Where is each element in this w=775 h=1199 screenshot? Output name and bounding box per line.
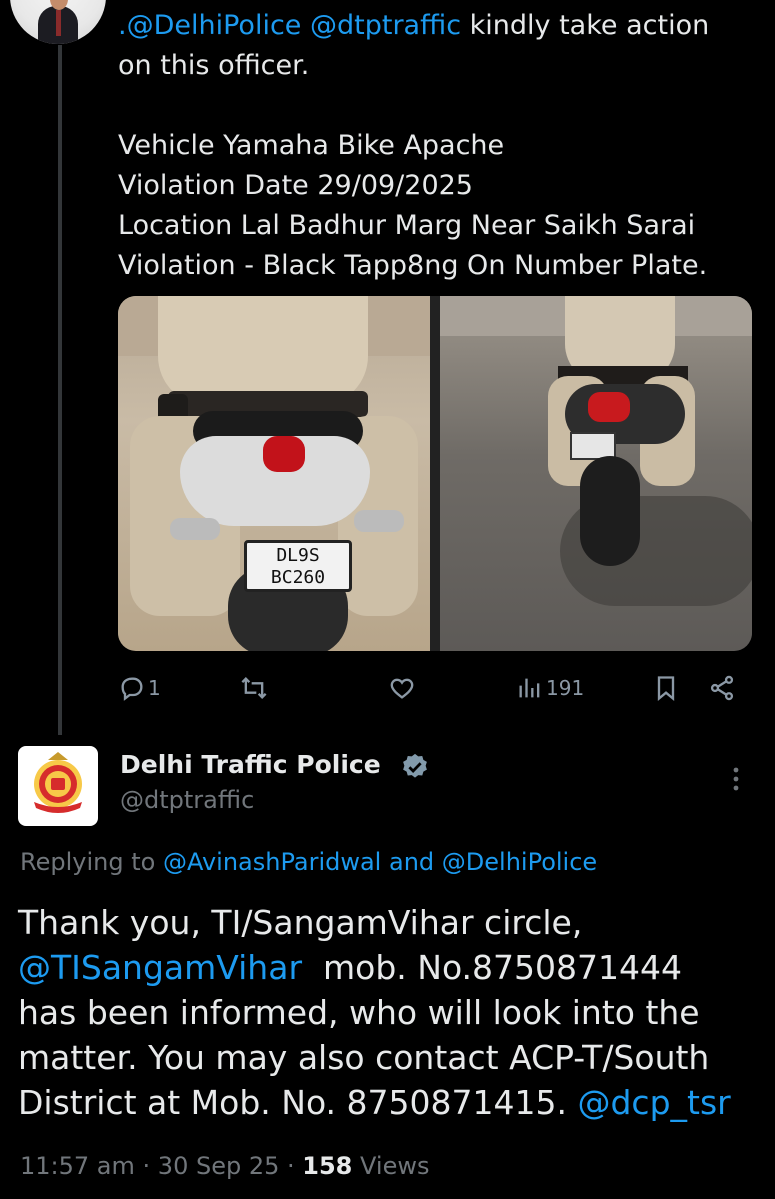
reply-line1: Thank you, TI/SangamVihar circle,	[18, 903, 583, 942]
mention-avinashparidwal[interactable]: @AvinashParidwal	[163, 848, 381, 876]
photo-rear-closeup[interactable]: DL9S BC260	[118, 296, 430, 651]
plate-line-bottom: BC260	[270, 567, 326, 588]
mention-dtptraffic[interactable]: @dtptraffic	[310, 10, 461, 41]
reply-text: Thank you, TI/SangamVihar circle, @TISan…	[18, 900, 758, 1125]
thread-connector-line	[58, 45, 62, 735]
reply-line2: mob. No.8750871444	[323, 948, 683, 987]
like-button[interactable]	[388, 670, 416, 706]
mention-tisangamvihar[interactable]: @TISangamVihar	[18, 948, 302, 987]
delhi-police-emblem-icon	[34, 752, 82, 813]
replying-and: and	[388, 848, 435, 876]
avatar-tie	[56, 10, 61, 36]
mention-delhipolice[interactable]: .@DelhiPolice	[118, 10, 301, 41]
share-icon	[710, 675, 734, 701]
views-total: 158	[302, 1152, 353, 1180]
tweet-text-line3: Vehicle Yamaha Bike Apache	[118, 130, 505, 161]
reply-line3: has been informed, who will look into th…	[18, 993, 700, 1032]
views-count: 191	[546, 676, 585, 700]
display-name[interactable]: Delhi Traffic Police	[120, 750, 381, 779]
share-button[interactable]	[708, 670, 736, 706]
reply-line4: matter. You may also contact ACP-T/South	[18, 1038, 710, 1077]
verified-badge-icon	[403, 753, 427, 778]
tweet-text-line4: Violation Date 29/09/2025	[118, 170, 473, 201]
views-label: Views	[360, 1152, 430, 1180]
tweet-date[interactable]: 30 Sep 25	[158, 1152, 280, 1180]
views-icon	[519, 678, 540, 698]
number-plate: DL9S BC260	[244, 540, 352, 592]
plate-line-top: DL9S	[276, 545, 320, 566]
retweet-button[interactable]	[240, 670, 268, 706]
tweet-actions: 1 191	[118, 670, 748, 706]
bookmark-button[interactable]	[652, 670, 680, 706]
mention-dcp-tsr[interactable]: @dcp_tsr	[577, 1083, 730, 1122]
views-button[interactable]: 191	[516, 670, 584, 706]
tweet-text-line5: Location Lal Badhur Marg Near Saikh Sara…	[118, 210, 696, 241]
dtp-avatar[interactable]	[18, 746, 98, 826]
reply-button[interactable]: 1	[118, 670, 161, 706]
replying-prefix: Replying to	[20, 848, 156, 876]
meta-separator-1: ·	[142, 1152, 158, 1180]
reply-count: 1	[148, 676, 161, 700]
bookmark-icon	[657, 676, 675, 701]
tweet-text-line1: kindly take action	[469, 10, 710, 41]
like-icon	[390, 678, 414, 699]
more-options-icon[interactable]	[726, 764, 746, 794]
replying-to: Replying to @AvinashParidwal and @DelhiP…	[20, 848, 597, 876]
tweet-text-line2: on this officer.	[118, 50, 310, 81]
media-grid: DL9S BC260	[118, 296, 752, 651]
tweet-text: .@DelhiPolice @dtptraffic kindly take ac…	[118, 6, 758, 286]
reply-line5: District at Mob. No. 8750871415.	[18, 1083, 567, 1122]
tweet-text-line6: Violation - Black Tapp8ng On Number Plat…	[118, 250, 708, 281]
meta-separator-2: ·	[287, 1152, 303, 1180]
mention-delhipolice-reply[interactable]: @DelhiPolice	[442, 848, 597, 876]
tweet-time[interactable]: 11:57 am	[20, 1152, 135, 1180]
handle[interactable]: @dtptraffic	[120, 786, 254, 814]
reply-icon	[121, 677, 143, 701]
tweet-meta: 11:57 am · 30 Sep 25 · 158 Views	[20, 1152, 430, 1180]
avatar[interactable]	[10, 0, 106, 44]
photo-rider-road[interactable]	[440, 296, 752, 651]
retweet-icon	[241, 677, 267, 699]
